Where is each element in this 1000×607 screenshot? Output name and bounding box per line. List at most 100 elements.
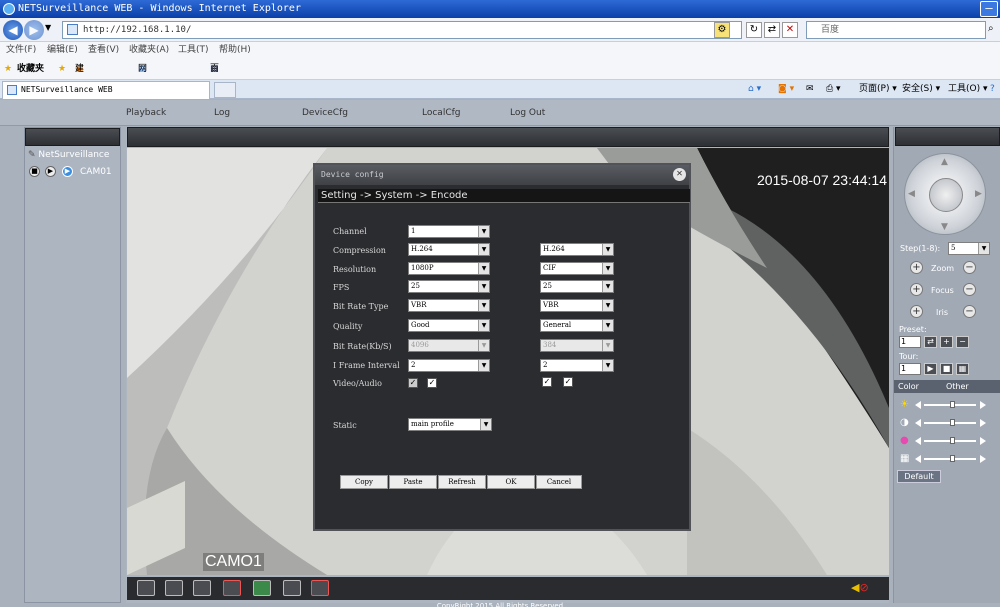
go-icon[interactable]: ⇄ — [764, 22, 780, 38]
tour-play-icon[interactable]: ▶ — [924, 363, 937, 375]
tour-input[interactable]: 1 — [899, 363, 921, 375]
refresh-button[interactable]: Refresh — [438, 475, 486, 489]
record-icon[interactable] — [223, 580, 241, 596]
saturation-slider[interactable] — [924, 437, 976, 444]
snapshot-icon[interactable] — [253, 580, 271, 596]
main-quality-select[interactable]: Good ▼ — [408, 319, 490, 332]
multi-view-icon[interactable] — [193, 580, 211, 596]
menu-edit[interactable]: 编辑(E) — [47, 42, 78, 58]
focus-out-button[interactable]: − — [963, 283, 976, 296]
main-fps-select[interactable]: 25 ▼ — [408, 280, 490, 293]
static-select[interactable]: main profile ▼ — [408, 418, 492, 431]
extra-compression-select[interactable]: H.264 ▼ — [540, 243, 614, 256]
nav-log[interactable]: Log — [214, 108, 230, 118]
extra-quality-select[interactable]: General ▼ — [540, 319, 614, 332]
extra-iframe-select[interactable]: 2 ▼ — [540, 359, 614, 372]
refresh-button[interactable]: ↻ — [746, 22, 762, 38]
camera-item[interactable]: CAM01 — [80, 167, 112, 177]
main-iframe-select[interactable]: 2 ▼ — [408, 359, 490, 372]
brightness-slider[interactable] — [924, 401, 976, 408]
favorites-button[interactable]: 收藏夹 — [17, 58, 44, 80]
extra-audio-checkbox[interactable]: ✓ — [563, 377, 573, 387]
page-menu[interactable]: 页面(P) ▾ — [859, 80, 897, 99]
forward-button[interactable]: ▶ — [24, 20, 44, 40]
search-input[interactable]: 百度 — [806, 21, 986, 39]
stop-record-icon[interactable] — [311, 580, 329, 596]
saturation-decrease-icon[interactable] — [915, 437, 921, 445]
nav-localcfg[interactable]: LocalCfg — [422, 108, 461, 118]
play-icon[interactable]: ▶ — [45, 166, 56, 177]
extra-bitrate-type-select[interactable]: VBR ▼ — [540, 299, 614, 312]
search-icon[interactable]: ⌕ — [988, 23, 994, 34]
brightness-decrease-icon[interactable] — [915, 401, 921, 409]
nav-playback[interactable]: Playback — [126, 108, 166, 118]
volume-icon[interactable]: ◀⊘ — [851, 581, 869, 594]
preset-remove-icon[interactable]: − — [956, 336, 969, 348]
main-compression-select[interactable]: H.264 ▼ — [408, 243, 490, 256]
brightness-increase-icon[interactable] — [980, 401, 986, 409]
saturation-increase-icon[interactable] — [980, 437, 986, 445]
hue-slider[interactable] — [924, 455, 976, 462]
tab-netsurveillance[interactable]: NETSurveillance WEB — [2, 81, 210, 99]
main-resolution-select[interactable]: 1080P ▼ — [408, 262, 490, 275]
tab-other[interactable]: Other — [946, 382, 969, 391]
extra-fps-select[interactable]: 25 ▼ — [540, 280, 614, 293]
nav-logout[interactable]: Log Out — [510, 108, 545, 118]
cancel-button[interactable]: Cancel — [536, 475, 582, 489]
stop-button[interactable]: ✕ — [782, 22, 798, 38]
step-select[interactable]: 5 ▼ — [948, 242, 990, 255]
preset-input[interactable]: 1 — [899, 336, 921, 348]
add-favorite-icon[interactable]: ★ — [58, 58, 66, 80]
extra-video-checkbox[interactable]: ✓ — [542, 377, 552, 387]
nav-devicecfg[interactable]: DeviceCfg — [302, 108, 348, 118]
talk-icon[interactable] — [283, 580, 301, 596]
preset-add-icon[interactable]: + — [940, 336, 953, 348]
home-icon[interactable]: ⌂ ▾ — [748, 80, 761, 99]
compat-icon[interactable]: ⚙ — [714, 22, 730, 38]
main-audio-checkbox[interactable]: ✓ — [427, 378, 437, 388]
print-icon[interactable]: ⎙ ▾ — [826, 80, 841, 99]
camera-play-icon[interactable]: ▶ — [62, 166, 73, 177]
copy-button[interactable]: Copy — [340, 475, 388, 489]
menu-view[interactable]: 查看(V) — [88, 42, 119, 58]
extra-resolution-select[interactable]: CIF ▼ — [540, 262, 614, 275]
device-tree-root[interactable]: ✎ NetSurveillance — [28, 150, 109, 160]
zoom-in-button[interactable]: + — [910, 261, 923, 274]
dialog-title-bar[interactable]: Device config ✕ — [315, 165, 689, 185]
new-tab-button[interactable] — [214, 82, 236, 98]
single-view-icon[interactable] — [165, 580, 183, 596]
contrast-decrease-icon[interactable] — [915, 419, 921, 427]
dialog-close-icon[interactable]: ✕ — [673, 168, 686, 181]
channel-select[interactable]: 1 ▼ — [408, 225, 490, 238]
tour-grid-icon[interactable]: ▦ — [956, 363, 969, 375]
tour-stop-icon[interactable]: ■ — [940, 363, 953, 375]
address-field[interactable]: http://192.168.1.10/ — [62, 21, 742, 39]
zoom-out-button[interactable]: − — [963, 261, 976, 274]
feeds-icon[interactable]: ◙ ▾ — [778, 80, 794, 99]
contrast-slider[interactable] — [924, 419, 976, 426]
fullscreen-icon[interactable] — [137, 580, 155, 596]
default-button[interactable]: Default — [897, 470, 941, 483]
menu-tools[interactable]: 工具(T) — [178, 42, 209, 58]
menu-favorites[interactable]: 收藏夹(A) — [129, 42, 169, 58]
paste-button[interactable]: Paste — [389, 475, 437, 489]
minimize-button[interactable]: – — [980, 1, 998, 17]
preset-goto-icon[interactable]: ⇄ — [924, 336, 937, 348]
focus-in-button[interactable]: + — [910, 283, 923, 296]
menu-file[interactable]: 文件(F) — [6, 42, 36, 58]
read-mail-icon[interactable]: ✉ — [806, 80, 814, 99]
iris-out-button[interactable]: − — [963, 305, 976, 318]
safety-menu[interactable]: 安全(S) ▾ — [902, 80, 940, 99]
ptz-center-button[interactable] — [929, 178, 963, 212]
back-button[interactable]: ◀ — [3, 20, 23, 40]
ptz-direction-pad[interactable]: ▲ ▼ ◀ ▶ — [904, 153, 986, 235]
ok-button[interactable]: OK — [487, 475, 535, 489]
iris-in-button[interactable]: + — [910, 305, 923, 318]
menu-help[interactable]: 帮助(H) — [219, 42, 251, 58]
history-dropdown-icon[interactable]: ▼ — [45, 23, 51, 32]
help-icon[interactable]: ? — [990, 80, 995, 99]
tools-menu[interactable]: 工具(O) ▾ — [948, 80, 988, 99]
hue-increase-icon[interactable] — [980, 455, 986, 463]
stop-icon[interactable]: ■ — [29, 166, 40, 177]
main-bitrate-type-select[interactable]: VBR ▼ — [408, 299, 490, 312]
